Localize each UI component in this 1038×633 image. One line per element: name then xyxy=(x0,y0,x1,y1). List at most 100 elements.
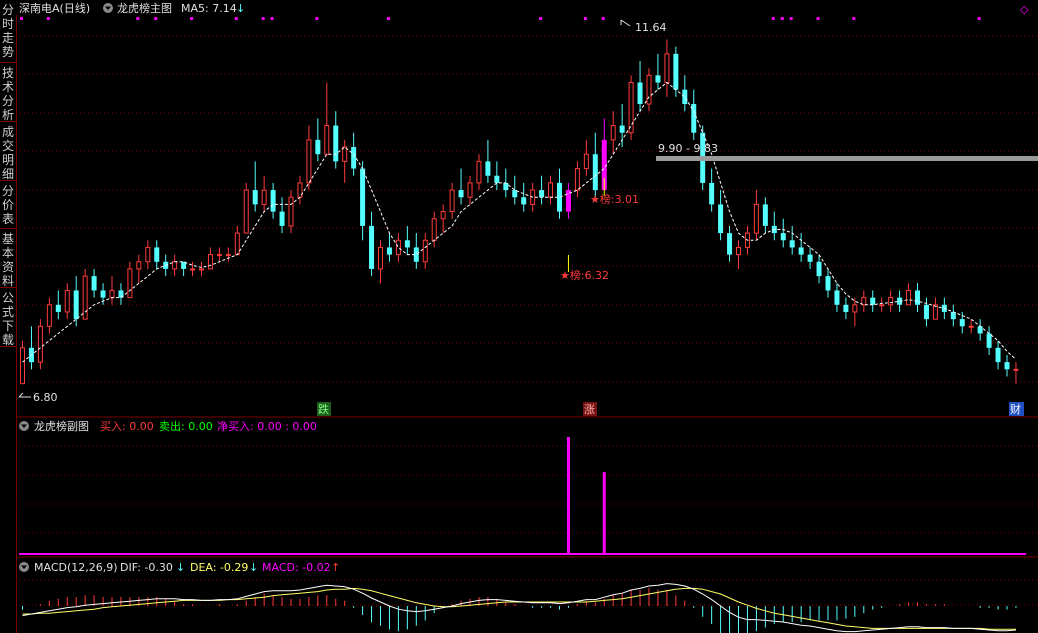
signal-dot xyxy=(852,17,856,20)
low-marker: 6.80 xyxy=(18,391,58,404)
candle-body xyxy=(91,276,97,291)
candle-body xyxy=(252,190,258,205)
ma5-value: MA5: 7.14 xyxy=(181,2,237,15)
candle-body xyxy=(422,239,428,263)
signal-dot xyxy=(270,17,274,20)
candle-body xyxy=(673,53,679,90)
tab-time-trend[interactable]: 分时走势 xyxy=(0,0,16,63)
dea-value: DEA: -0.29 xyxy=(190,561,248,574)
tab-basic-info[interactable]: 基本资料 xyxy=(0,229,16,288)
buy-value: 买入: 0.00 xyxy=(100,420,154,433)
signal-dots xyxy=(20,17,981,20)
signal-dot xyxy=(780,17,784,20)
candle-body xyxy=(816,261,822,277)
rise-badge-label: 涨 xyxy=(584,403,595,416)
candle-body xyxy=(127,268,133,299)
candle-body xyxy=(986,333,992,348)
candle-body xyxy=(431,218,437,241)
candle-body xyxy=(583,153,589,170)
tab-technical-analysis[interactable]: 技术分析 xyxy=(0,63,16,122)
ma5-arrow: ↓ xyxy=(236,2,245,15)
stock-title: 深南电A(日线) xyxy=(19,1,90,15)
tab-label: 分价表 xyxy=(1,184,14,226)
candle-body xyxy=(378,246,383,270)
kline-chart[interactable]: 9.90 - 9.83 11.64 6.80 ★榜:3.01 ★榜:6.32 深… xyxy=(16,0,1038,633)
candle-body xyxy=(494,175,500,183)
candle-body xyxy=(852,304,858,313)
net-buy-value: 净买入: 0.00 : 0.00 xyxy=(217,419,317,433)
signal-dot xyxy=(539,17,543,20)
signal-dot xyxy=(315,17,319,20)
bang-label-6.32: ★榜:6.32 xyxy=(560,268,609,282)
candle-body xyxy=(207,254,213,270)
candle-body xyxy=(55,304,61,312)
event-badges: 跌 涨 财 xyxy=(317,402,1024,416)
tab-formula-download[interactable]: 公式下载 xyxy=(0,288,16,347)
candle-body xyxy=(154,247,160,262)
signal-dot xyxy=(261,17,265,20)
candle-body xyxy=(351,147,357,169)
sub-panel-bars xyxy=(566,437,606,554)
candle-body xyxy=(64,289,70,313)
macd-dropdown[interactable] xyxy=(19,562,29,572)
candle-body xyxy=(136,261,142,270)
candle-body xyxy=(628,82,634,134)
signal-dot xyxy=(136,17,140,20)
candle-body xyxy=(977,326,983,334)
tab-price-table[interactable]: 分价表 xyxy=(0,181,16,229)
sell-value: 卖出: 0.00 xyxy=(159,419,213,433)
sub-panel-header: 龙虎榜副图 买入: 0.00 卖出: 0.00 净买入: 0.00 : 0.00 xyxy=(19,419,317,433)
candle-body xyxy=(780,233,786,241)
candle-body xyxy=(485,161,491,176)
candle-body xyxy=(762,204,768,226)
candle-body xyxy=(199,268,204,271)
candle-body xyxy=(82,275,88,320)
candle-body xyxy=(843,304,849,312)
candle-body xyxy=(646,74,652,105)
candle-body xyxy=(664,53,670,84)
signal-dot xyxy=(20,17,23,20)
tab-label: 公式下载 xyxy=(1,291,14,347)
candle-body xyxy=(449,189,455,213)
dea-arrow: ↓ xyxy=(249,561,258,574)
candle-body xyxy=(798,247,804,255)
candle-body xyxy=(109,289,115,299)
candle-body xyxy=(404,240,410,248)
finance-badge-label: 财 xyxy=(1010,402,1021,416)
tab-label: 分时走势 xyxy=(1,3,14,59)
sub-indicator-dropdown[interactable] xyxy=(19,421,29,431)
tab-trade-details[interactable]: 成交明细 xyxy=(0,122,16,181)
candle-body xyxy=(870,297,876,305)
candle-body xyxy=(834,290,840,305)
candle-body xyxy=(440,211,446,220)
candle-body xyxy=(932,304,938,320)
range-label: 9.90 - 9.83 xyxy=(658,142,718,155)
candle-body xyxy=(807,254,813,262)
diamond-icon[interactable]: ◇ xyxy=(1020,3,1029,16)
candle-body xyxy=(915,290,920,305)
candle-body xyxy=(753,203,759,234)
fall-badge-label: 跌 xyxy=(318,402,329,416)
net-buy-bar xyxy=(566,437,570,554)
candle-body xyxy=(521,197,527,205)
candle-body xyxy=(369,225,375,269)
candle-body xyxy=(20,347,25,385)
candle-body xyxy=(476,160,482,184)
range-band xyxy=(656,156,1038,161)
candle-body xyxy=(825,276,831,291)
high-marker: 11.64 xyxy=(620,19,667,34)
signal-dot xyxy=(977,17,981,20)
ma5-line xyxy=(22,81,1017,363)
dif-line xyxy=(22,583,1016,633)
signal-dot xyxy=(190,17,194,20)
candle-body xyxy=(718,204,724,234)
candle-body xyxy=(46,304,52,327)
low-label: 6.80 xyxy=(33,391,58,404)
candlesticks xyxy=(20,39,1019,385)
candle-body xyxy=(619,125,625,133)
candle-body xyxy=(315,139,321,155)
candle-body xyxy=(190,268,196,271)
candle-body xyxy=(995,347,1001,363)
candle-body xyxy=(789,240,795,248)
bang-label-3.01: ★榜:3.01 xyxy=(590,192,639,206)
